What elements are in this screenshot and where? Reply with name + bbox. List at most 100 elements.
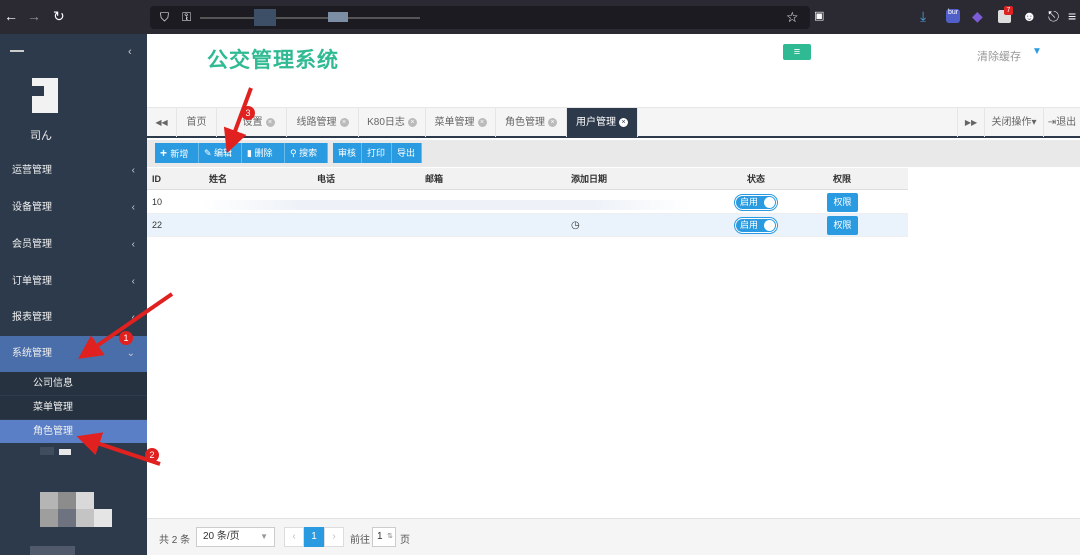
extension-diamond-icon[interactable]: ◆ [972,9,983,23]
panda-icon[interactable]: ☻ [1022,9,1037,23]
sidebar-item-reports[interactable]: 报表管理 ‹ [0,300,147,336]
page-size-value: 20 条/页 [203,531,240,542]
page-number-current[interactable]: 1 [304,527,324,547]
permission-button[interactable]: 权限 [827,193,858,212]
permission-button[interactable]: 权限 [827,216,858,235]
sidebar-item-system[interactable]: 系统管理 ⌄ [0,336,147,372]
reader-icon[interactable]: ▣ [814,9,824,23]
close-operations-dropdown[interactable]: 关闭操作▾ [985,108,1044,137]
column-header-id[interactable]: ID [152,168,161,190]
app-header: 公交管理系统 ≡ 清除缓存 ▼ [147,34,1080,107]
close-icon[interactable]: × [619,117,628,127]
sidebar-item-devices[interactable]: 设备管理 ‹ [0,190,147,226]
column-header-permission[interactable]: 权限 [833,168,851,190]
tab-roles[interactable]: 角色管理 × [496,108,567,137]
redacted-block [40,509,58,527]
download-icon[interactable]: ⤓ [920,9,926,23]
sidebar-item-label: 设备管理 [12,202,52,213]
annotation-marker-2 [145,448,159,462]
chevron-down-icon: ⌄ [126,348,135,359]
table-row[interactable]: 22 ◷ 启用 权限 [147,214,908,237]
review-button[interactable]: 审核 [333,143,362,163]
sidebar-subitem-company[interactable]: 公司信息 [0,372,147,395]
column-header-date[interactable]: 添加日期 [571,168,607,190]
next-page-button[interactable]: › [324,527,344,547]
print-button[interactable]: 打印 [362,143,392,163]
status-toggle[interactable]: 启用 [735,195,777,210]
caret-down-icon[interactable]: ▼ [1032,46,1042,57]
star-icon[interactable]: ☆ [786,9,799,26]
lock-icon: ⚿ [182,10,192,24]
tab-menus[interactable]: 菜单管理 × [426,108,496,137]
tabs-next-button[interactable]: ▶▶ [957,108,985,137]
reload-icon[interactable]: ↻ [53,9,65,23]
column-header-phone[interactable]: 电话 [317,168,335,190]
sidebar-hamburger[interactable] [10,50,24,52]
prev-page-button[interactable]: ‹ [284,527,304,547]
sidebar-subitem-menus[interactable]: 菜单管理 [0,396,147,419]
chevron-left-icon: ‹ [131,239,135,250]
shield-icon: ⛉ [160,10,170,24]
redacted-block [58,492,76,509]
badge-count: 7 [1004,6,1013,15]
redacted-block [58,509,76,527]
chevron-left-icon: ‹ [131,276,135,287]
tab-k80-log[interactable]: K80日志 × [359,108,426,137]
logout-label: 退出 [1056,117,1077,128]
sidebar-item-members[interactable]: 会员管理 ‹ [0,227,147,263]
menu-icon[interactable]: ≡ [1068,9,1076,23]
sidebar-item-label: 订单管理 [12,276,52,287]
tab-label: 首页 [186,117,207,128]
share-icon[interactable]: ⎋ [1048,9,1059,23]
add-button[interactable]: + 新增 [155,143,199,163]
page-size-select[interactable]: 20 条/页 ▼ [196,527,275,547]
sidebar-subitem-label: 角色管理 [33,426,73,437]
sidebar: ‹ 司ん 运营管理 ‹ 设备管理 ‹ 会员管理 ‹ 订单管理 ‹ 报表管理 ‹ 系统管理 ⌄… [0,34,147,555]
sidebar-item-label: 报表管理 [12,312,52,323]
close-icon[interactable]: × [339,117,349,127]
sidebar-collapse-icon[interactable]: ‹ [128,46,132,58]
tab-users[interactable]: 用户管理 × [567,108,638,137]
user-name: 司ん [30,130,52,142]
tabs-prev-button[interactable]: ◀◀ [147,108,177,137]
sidebar-subitem-label: 公司信息 [33,378,73,389]
logout-button[interactable]: ⇥退出 [1044,108,1080,137]
export-button[interactable]: 导出 [392,143,422,163]
redacted-cells [202,200,692,210]
pencil-icon: ✎ [204,148,215,158]
column-header-status[interactable]: 状态 [747,168,765,190]
sidebar-item-operations[interactable]: 运营管理 ‹ [0,153,147,189]
close-icon[interactable]: × [265,117,275,127]
status-toggle[interactable]: 启用 [735,218,777,233]
avatar [32,78,58,113]
table-row[interactable]: 10 启用 权限 [147,191,908,214]
search-label: 搜索 [299,148,318,158]
sidebar-item-orders[interactable]: 订单管理 ‹ [0,264,147,300]
clear-cache-link[interactable]: 清除缓存 [977,48,1021,64]
goto-page-input[interactable]: 1 ⇅ [372,527,396,547]
search-button[interactable]: ⚲ 搜索 [285,143,328,163]
tab-settings[interactable]: 设置 × [217,108,287,137]
extension-icon[interactable]: bur [946,9,960,23]
arrow-right-icon[interactable]: → [27,9,41,23]
column-header-email[interactable]: 邮箱 [425,168,443,190]
tab-home[interactable]: 首页 [177,108,217,137]
redacted-block [94,509,112,527]
tab-routes[interactable]: 线路管理 × [287,108,359,137]
close-icon[interactable]: × [407,117,417,127]
menu-toggle-button[interactable]: ≡ [783,44,811,60]
goto-page-value: 1 [377,531,383,542]
edit-button[interactable]: ✎ 编辑 [199,143,242,163]
logout-icon: ⇥ [1047,117,1057,128]
add-label: 新增 [170,149,189,159]
delete-button[interactable]: ▮ 删除 [242,143,285,163]
close-icon[interactable]: × [477,117,487,127]
column-header-name[interactable]: 姓名 [209,168,227,190]
arrow-left-icon[interactable]: ← [4,9,18,23]
page-title: 公交管理系统 [207,49,339,72]
address-bar[interactable]: ⛉ ⚿ ☆ [150,6,810,29]
sidebar-subitem-roles[interactable]: 角色管理 [0,420,147,443]
close-icon[interactable]: × [548,117,557,127]
tab-label: 设置 [242,117,263,128]
stepper-icon[interactable]: ⇅ [387,528,393,546]
